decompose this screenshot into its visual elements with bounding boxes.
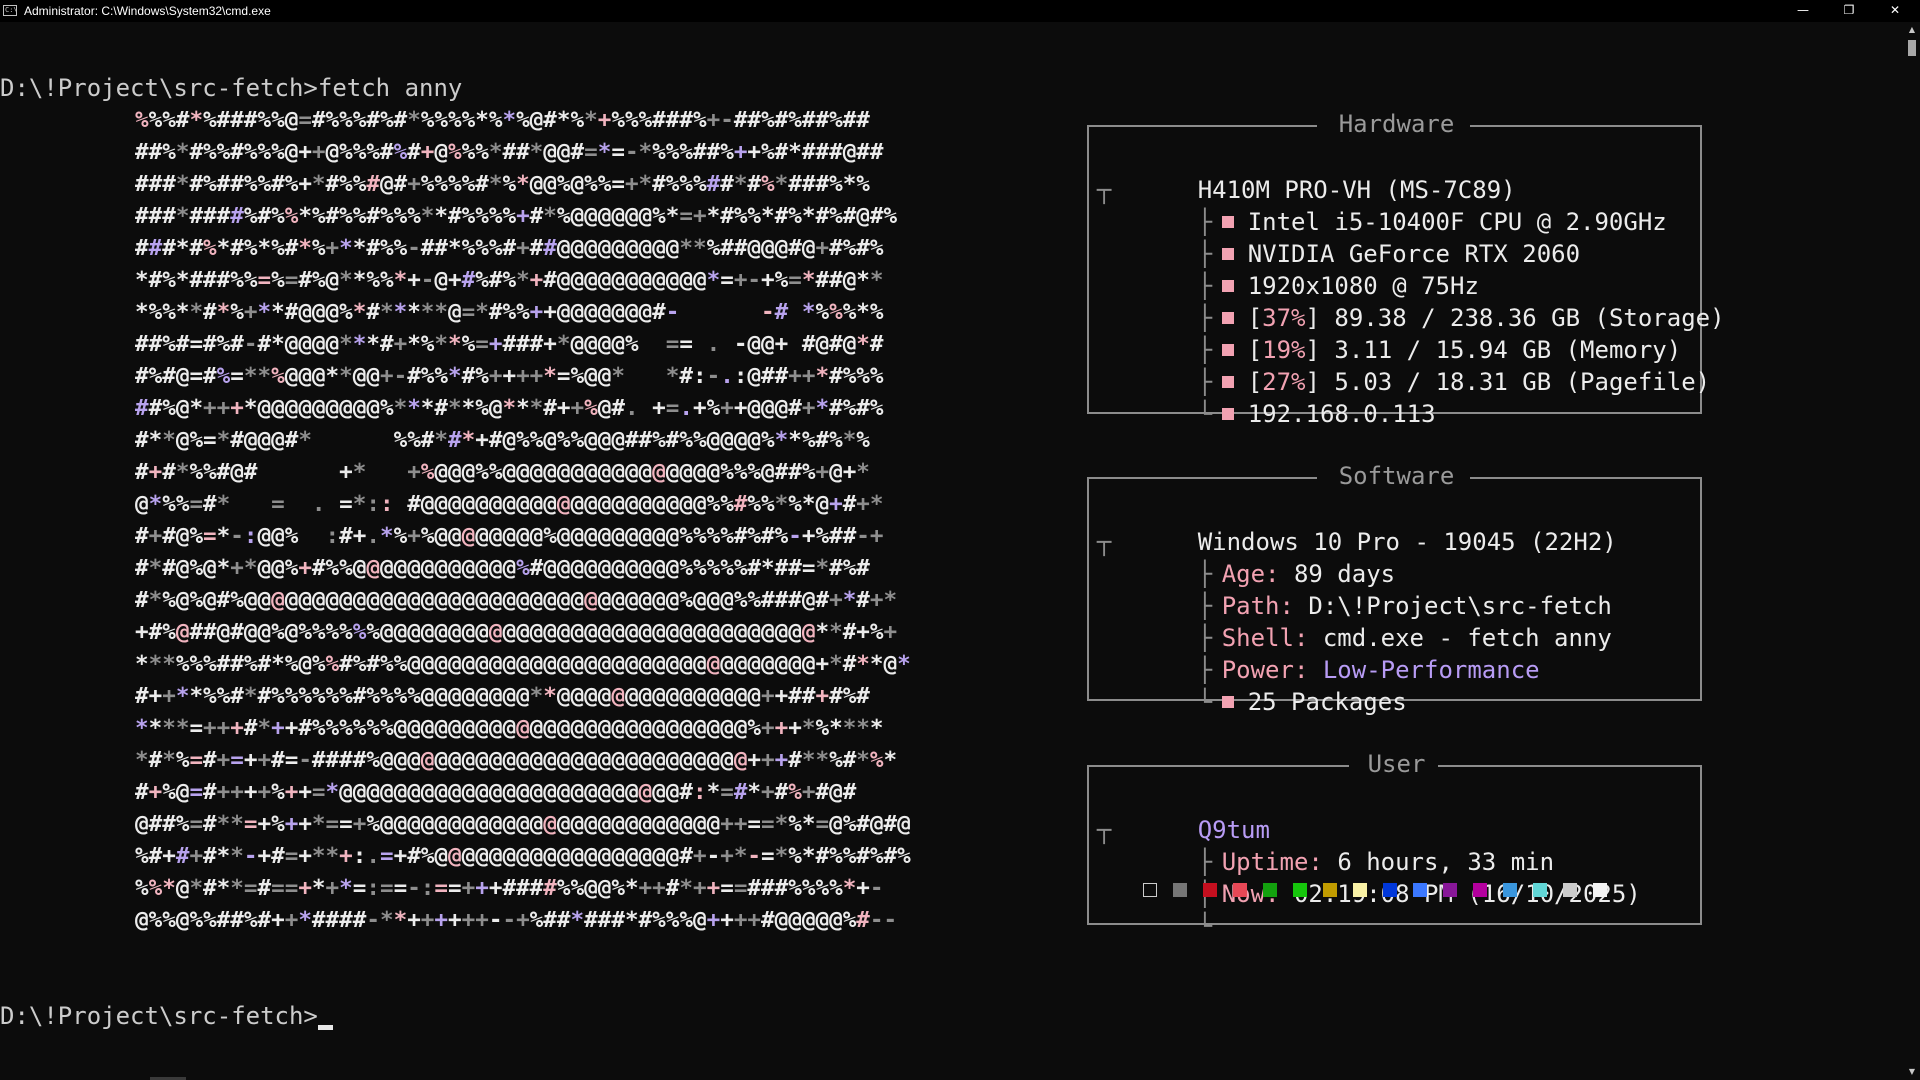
ip-address: 192.168.0.113 [1247,400,1436,428]
ascii-row: ##%*#%%#%%%@++@%%%#%#+@%%%*##*@@#=*=-*%%… [135,139,884,165]
software-title: Software [1338,462,1455,490]
color-swatch [1203,883,1217,897]
ascii-row: *%%**#*%+**#@@@%*#*****@=*#%%++@@@@@@@#-… [135,299,884,325]
color-swatch [1593,883,1607,897]
minimize-icon: — [1797,3,1809,17]
tree-end-icon: └ [1197,400,1213,428]
command-line: D:\!Project\src-fetch>fetch anny [0,74,463,102]
ascii-row: ##%#=#%#-#*@@@@***#+*%**%=+###+*@@@@% ==… [135,331,884,357]
color-swatch [1173,883,1187,897]
ascii-row: %%*@*#**=#==+*+*=:==-:==+++####%%@@%*++#… [135,875,884,901]
color-swatch [1533,883,1547,897]
now-value: 02:19:08 PM (16/10/2025) [1293,880,1641,908]
ascii-row: #**@%=*#@@@#* %%#*#*+#@%%@%%@@@##%#%%@@@… [135,427,870,453]
scrollbar-thumb[interactable] [1908,40,1916,56]
tree-end-icon: └ [1197,688,1213,716]
ascii-row: ***%%%##%#*%@%%#%#%%@@@@@@@@@@@@@@@@@@@@… [135,651,911,677]
ascii-row: ****=+++#*++#%%%%%%@@@@@@@@@@@@@@@@@@@@@… [135,715,884,741]
cmd-app-icon: C:\ [3,5,18,16]
color-swatch [1233,883,1247,897]
tree-branch-icon: ┬ [1097,176,1112,204]
ascii-row: #+#*%%#@# +* +%@@@%%@@@@@@@@@@@@@@@@%%%@… [135,459,870,485]
hardware-panel: Hardware ┬ H410M PRO-VH (MS-7C89) ├ Intel … [1087,110,1725,428]
scroll-down-arrow-icon[interactable]: ▼ [1904,1064,1920,1080]
user-panel: User ┬Q9tum ├Uptime: 6 hours, 33 min ├No… [1087,750,1702,940]
ascii-row: @##%=#**=+%++*==+%@@@@@@@@@@@@@@@@@@@@@@… [135,811,911,837]
ascii-row: @%%@%%##%#++*####-**++++++--+%##*###*#%%… [135,907,898,933]
tree-branch-icon: ┬ [1097,528,1112,556]
ascii-row: #*#@%@*+*@@%+#%%@@@@@@@@@@@@%#@@@@@@@@@@… [135,555,870,581]
ascii-row: #*%@%@#%@@@@@@@@@@@@@@@@@@@@@@@@@@@@@@@@… [135,587,898,613]
color-swatch [1383,883,1397,897]
color-swatch [1353,883,1367,897]
color-swatch [1323,883,1337,897]
color-swatch [1413,883,1427,897]
color-swatch [1503,883,1517,897]
ascii-row: ##%@*+++*@@@@@@@@@%***#**%@***#++%@#. +=… [135,395,884,421]
ascii-row: +#%@##@#@@%@%%%%%%@@@@@@@@@@@@@@@@@@@@@@… [135,619,898,645]
ascii-art-logo: %%%#*%###%%@=#%%%#%#*%%%%*%*%@#*%*+%%%##… [135,104,911,936]
window-title: Administrator: C:\Windows\System32\cmd.e… [24,4,271,18]
color-swatch [1263,883,1277,897]
ascii-row: #++**%%#*#%%%%%%#%%%%@@@@@@@@**@@@@@@@@@… [135,683,870,709]
title-bar[interactable]: C:\ Administrator: C:\Windows\System32\c… [0,0,1920,22]
color-swatch [1443,883,1457,897]
ascii-row: @*%%=#* = . =*:: #@@@@@@@@@@@@@@@@@@@@@%… [135,491,884,517]
ascii-row: *#%*###%%=%=#%@**%%*+-@+#%#%*+#@@@@@@@@@… [135,267,884,293]
hardware-title: Hardware [1338,110,1455,138]
text-cursor [317,1025,333,1030]
tree-branch-icon: ┬ [1097,816,1112,844]
ascii-row: *#*%=#+=++#=-####%@@@@@@@@@@@@@@@@@@@@@@… [135,747,898,773]
ascii-row: ###*#%*#%*%#*%+**#%%-##*%%%#+##@@@@@@@@@… [135,235,884,261]
bullet-square-icon [1221,696,1234,708]
close-icon: ✕ [1889,3,1901,17]
user-title: User [1367,750,1426,778]
command-prompt[interactable]: D:\!Project\src-fetch> [0,1000,333,1032]
ascii-row: #+%@=#++++%++=*@@@@@@@@@@@@@@@@@@@@@@@@@… [135,779,857,805]
color-swatch [1143,883,1157,897]
software-panel: Software ┬ Windows 10 Pro - 19045 (22H2) … [1087,462,1702,716]
ascii-row: %#+#+#**-+#=+**+:.=+#%@@@@@@@@@@@@@@@@@@… [135,843,911,869]
ascii-row: ###*#%##%%#%+*#%%#@#+%%%%#*%*@@%@%%=+*#%… [135,171,870,197]
color-swatch [1473,883,1487,897]
vertical-scrollbar[interactable]: ▲ ▼ [1904,22,1920,1080]
ascii-row: %%%#*%###%%@=#%%%#%#*%%%%*%*%@#*%*+%%%##… [135,107,870,133]
color-swatch [1293,883,1307,897]
restore-button[interactable]: ❐ [1826,0,1872,22]
ascii-row: ###*####%#%%*%#%%#%%%**#%%%%+#*%@@@@@@%*… [135,203,898,229]
prompt-text: D:\!Project\src-fetch> [0,1002,318,1030]
terminal-output[interactable]: D:\!Project\src-fetch>fetch anny %%%#*%#… [0,22,1904,1080]
scroll-up-arrow-icon[interactable]: ▲ [1904,22,1920,38]
tree-end-icon: └ [1197,912,1213,940]
minimize-button[interactable]: — [1780,0,1826,22]
ascii-row: #+#@%=*-:@@% :#+.*%+%@@@@@@@@%@@@@@@@@@%… [135,523,884,549]
packages-count: 25 Packages [1247,688,1407,716]
bullet-square-icon [1221,408,1234,420]
close-button[interactable]: ✕ [1872,0,1918,22]
color-swatch [1563,883,1577,897]
restore-icon: ❐ [1843,3,1855,17]
ascii-row: #%#@=#%=**%@@@**@@+-#%%*#%++++*=%@@* *#:… [135,363,884,389]
